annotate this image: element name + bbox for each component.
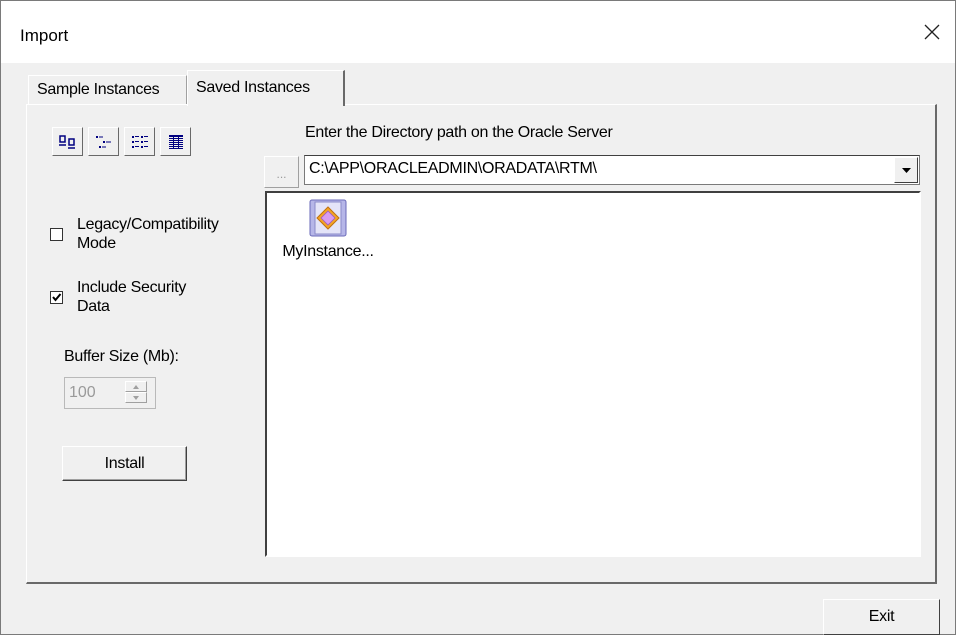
large-icons-view-icon [58, 134, 75, 149]
list-view-button[interactable] [124, 127, 155, 156]
small-icons-view-button[interactable] [88, 127, 119, 156]
buffer-size-up-button[interactable] [125, 381, 147, 392]
directory-path-value[interactable]: C:\APP\ORACLEADMIN\ORADATA\RTM\ [309, 160, 597, 178]
window-title: Import [20, 26, 69, 45]
buffer-size-value[interactable]: 100 [69, 384, 96, 402]
small-icons-view-icon [95, 135, 111, 148]
tab-sample-instances[interactable]: Sample Instances [28, 75, 187, 105]
legacy-mode-label-line1: Legacy/Compatibility [77, 216, 219, 233]
browse-button[interactable]: ... [264, 156, 299, 188]
arrow-up-icon [133, 384, 139, 389]
title-bar: Import [1, 1, 955, 63]
tab-saved-instances[interactable]: Saved Instances [187, 70, 345, 106]
include-security-checkbox[interactable] [50, 291, 63, 304]
view-mode-toolbar [52, 127, 191, 156]
legacy-mode-label-line2: Mode [77, 235, 116, 252]
checkmark-icon [52, 293, 62, 302]
list-view-icon [131, 135, 148, 148]
install-button[interactable]: Install [62, 446, 187, 481]
buffer-size-down-button[interactable] [125, 392, 147, 403]
details-view-button[interactable] [160, 127, 191, 156]
instance-icon [309, 199, 347, 237]
details-view-icon [168, 134, 183, 149]
directory-path-combo[interactable]: C:\APP\ORACLEADMIN\ORADATA\RTM\ [304, 155, 920, 185]
buffer-size-stepper[interactable]: 100 [64, 377, 156, 409]
exit-button[interactable]: Exit [823, 599, 940, 635]
directory-path-label: Enter the Directory path on the Oracle S… [305, 124, 613, 141]
instance-label: MyInstance... [282, 243, 374, 260]
saved-instances-list[interactable]: MyInstance... [265, 191, 921, 557]
chevron-down-icon [901, 167, 911, 173]
include-security-label-line1: Include Security [77, 279, 187, 296]
arrow-down-icon [133, 395, 139, 400]
legacy-mode-checkbox[interactable] [50, 228, 63, 241]
include-security-option[interactable]: Include Security Data [50, 278, 186, 316]
directory-dropdown-button[interactable] [894, 157, 918, 183]
close-icon [924, 24, 940, 40]
list-item[interactable]: MyInstance... [273, 199, 383, 261]
close-button[interactable] [909, 1, 955, 63]
buffer-size-label: Buffer Size (Mb): [64, 348, 179, 365]
legacy-mode-option[interactable]: Legacy/Compatibility Mode [50, 215, 219, 253]
large-icons-view-button[interactable] [52, 127, 83, 156]
include-security-label-line2: Data [77, 298, 110, 315]
